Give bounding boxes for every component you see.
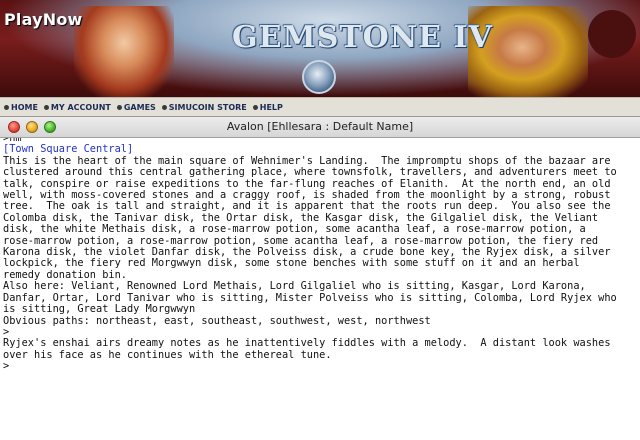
moon-artwork	[588, 10, 636, 58]
gemstone-seal-icon	[302, 60, 336, 94]
nav-games[interactable]: GAMES	[116, 102, 156, 112]
bullet-icon	[252, 104, 258, 110]
nav-simucoin-store-label: SIMUCOIN STORE	[168, 102, 247, 112]
terminal-line: over his face as he continues with the e…	[3, 348, 332, 361]
terminal-line: Obvious paths: northeast, east, southeas…	[3, 314, 431, 327]
gemstone-logo: GEMSTONE IV	[232, 20, 493, 55]
nav-help-label: HELP	[259, 102, 283, 112]
playnow-logo[interactable]: PlayNow	[4, 10, 83, 29]
bullet-icon	[161, 104, 167, 110]
sorceress-artwork	[74, 6, 174, 97]
terminal-line: Also here: Veliant, Renowned Lord Methai…	[3, 280, 586, 293]
terminal-line: is sitting, Great Lady Morgwwyn	[3, 303, 196, 316]
gemstone-banner: PlayNow GEMSTONE IV	[0, 0, 640, 97]
nav-my-account-label: MY ACCOUNT	[50, 102, 111, 112]
nav-help[interactable]: HELP	[252, 102, 283, 112]
window-title: Avalon [Ehllesara : Default Name]	[226, 120, 414, 133]
bullet-icon	[43, 104, 49, 110]
nav-my-account[interactable]: MY ACCOUNT	[43, 102, 111, 112]
window-title-bar[interactable]: Avalon [Ehllesara : Default Name]	[0, 117, 640, 138]
nav-games-label: GAMES	[123, 102, 156, 112]
terminal-line: Ryjex's enshai airs dreamy notes as he i…	[3, 337, 611, 350]
nav-home-label: HOME	[11, 102, 38, 112]
nav-home[interactable]: HOME	[4, 103, 38, 112]
game-output-terminal[interactable]: >nm [Town Square Central] This is the hear…	[0, 138, 640, 440]
terminal-line: clustered around this central gathering …	[3, 166, 617, 179]
site-nav-bar: HOME MY ACCOUNT GAMES SIMUCOIN STORE HEL…	[0, 97, 640, 117]
terminal-line: disk, the white Methais disk, a rose-mar…	[3, 223, 586, 236]
nav-simucoin-store[interactable]: SIMUCOIN STORE	[161, 102, 247, 112]
terminal-line: >	[3, 360, 10, 373]
bullet-icon	[116, 104, 122, 110]
bullet-icon	[4, 104, 9, 110]
